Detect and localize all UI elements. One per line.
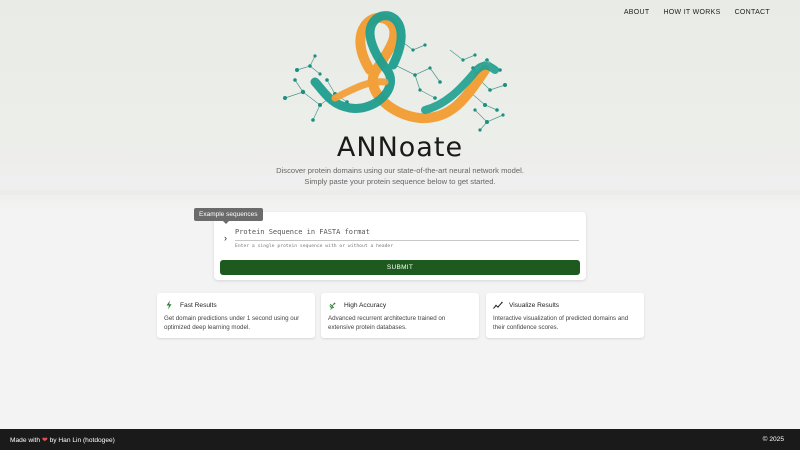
tagline-line-2: Simply paste your protein sequence below… <box>304 177 496 186</box>
footer-copyright: © 2025 <box>762 436 784 443</box>
dna-ribbon-logo-icon <box>283 11 507 132</box>
satellite-dish-icon <box>328 300 338 310</box>
nav-how-it-works-link[interactable]: HOW IT WORKS <box>663 9 720 16</box>
footer-made-with: Made with <box>10 436 41 444</box>
footer-author: by Han Lin (hotdogee) <box>49 436 115 444</box>
sequence-form: › Enter a single protein sequence with o… <box>214 212 586 280</box>
tagline-line-1: Discover protein domains using our state… <box>276 166 524 175</box>
feature-description: Interactive visualization of predicted d… <box>493 315 629 331</box>
sequence-input[interactable] <box>235 224 579 241</box>
footer: Made with ❤ by Han Lin (hotdogee) © 2025 <box>0 429 800 450</box>
chevron-right-icon: › <box>224 233 227 243</box>
feature-title: Fast Results <box>180 301 217 309</box>
feature-title: Visualize Results <box>509 301 560 309</box>
trend-chart-icon <box>493 300 503 310</box>
footer-credit: Made with ❤ by Han Lin (hotdogee) <box>10 436 115 444</box>
hero-fade <box>0 190 800 210</box>
heart-icon: ❤ <box>41 436 48 444</box>
feature-card-fast-results: Fast Results Get domain predictions unde… <box>157 293 315 338</box>
brand-title: ANNoate <box>336 132 464 163</box>
feature-title: High Accuracy <box>344 301 387 309</box>
feature-description: Get domain predictions under 1 second us… <box>164 315 300 331</box>
feature-card-visualize-results: Visualize Results Interactive visualizat… <box>486 293 644 338</box>
example-sequences-tooltip[interactable]: Example sequences <box>194 208 263 224</box>
submit-button[interactable]: SUBMIT <box>220 260 580 275</box>
input-helper-text: Enter a single protein sequence with or … <box>235 244 394 249</box>
feature-card-high-accuracy: High Accuracy Advanced recurrent archite… <box>321 293 479 338</box>
feature-description: Advanced recurrent architecture trained … <box>328 315 446 331</box>
top-nav: ABOUT HOW IT WORKS CONTACT <box>624 9 770 16</box>
lightning-bolt-icon <box>164 300 174 310</box>
nav-contact-link[interactable]: CONTACT <box>735 9 770 16</box>
nav-about-link[interactable]: ABOUT <box>624 9 650 16</box>
